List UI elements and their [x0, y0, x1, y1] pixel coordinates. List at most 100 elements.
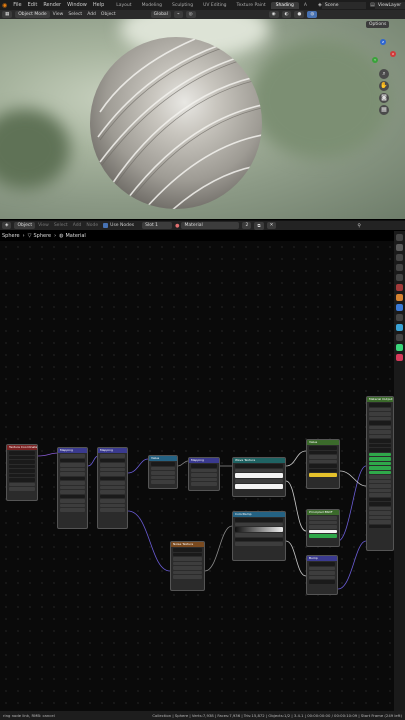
- menu-edit[interactable]: Edit: [25, 2, 41, 8]
- breadcrumb-material: Material: [65, 233, 86, 239]
- blender-logo-icon[interactable]: ◉: [2, 2, 7, 9]
- object-type-dropdown[interactable]: Object: [14, 222, 36, 229]
- scene-tab-icon[interactable]: [396, 274, 403, 281]
- node-header: Mapping: [58, 448, 87, 453]
- bg-foliage: [0, 109, 70, 189]
- zoom-icon[interactable]: ⌕: [379, 69, 389, 79]
- mesh-icon: ▽: [27, 233, 32, 239]
- node-principled-bsdf[interactable]: Principled BSDF: [306, 509, 340, 547]
- output-tab-icon[interactable]: [396, 254, 403, 261]
- node-header: Mapping: [98, 448, 127, 453]
- properties-side-tabs: [394, 231, 405, 711]
- node-color-mix[interactable]: Value: [306, 439, 340, 489]
- node-header: Texture Coordinate: [7, 445, 37, 450]
- node-menu-add[interactable]: Add: [73, 223, 82, 228]
- node-header: Value: [149, 456, 177, 461]
- viewport-header: ▦ Object Mode View Select Add Object Glo…: [0, 10, 405, 19]
- proportional-icon[interactable]: ◎: [185, 11, 196, 18]
- physics-tab-icon[interactable]: [396, 324, 403, 331]
- node-header: Value: [307, 440, 339, 445]
- menu-add[interactable]: Add: [87, 12, 96, 17]
- menu-select[interactable]: Select: [68, 12, 82, 17]
- tab-uv-editing[interactable]: UV Editing: [198, 2, 231, 9]
- view-layer-selector[interactable]: ViewLayer: [374, 1, 405, 9]
- status-stats: Collection | Sphere | Verts:7,938 | Face…: [152, 713, 402, 718]
- shading-solid-icon[interactable]: ●: [294, 11, 305, 18]
- constraint-tab-icon[interactable]: [396, 334, 403, 341]
- shading-material-icon[interactable]: ◍: [307, 11, 318, 18]
- mode-dropdown[interactable]: Object Mode: [15, 11, 50, 18]
- node-material-output[interactable]: Material Output: [366, 396, 394, 551]
- menu-help[interactable]: Help: [90, 2, 107, 8]
- node-mapping-1[interactable]: Mapping: [57, 447, 88, 529]
- node-noise-texture[interactable]: Noise Texture: [170, 541, 205, 591]
- overlay-icon[interactable]: ◐: [281, 11, 292, 18]
- tab-modeling[interactable]: Modeling: [137, 2, 167, 9]
- node-header: ColorRamp: [233, 512, 285, 517]
- scene-selector[interactable]: Scene: [321, 1, 367, 9]
- gizmo-y-icon[interactable]: Y: [372, 57, 378, 63]
- node-texture-coordinate[interactable]: Texture Coordinate: [6, 444, 38, 501]
- node-menu-view[interactable]: View: [38, 223, 49, 228]
- menu-object[interactable]: Object: [101, 12, 116, 17]
- close-icon[interactable]: ✕: [266, 222, 277, 229]
- slot-dropdown[interactable]: Slot 1: [142, 222, 173, 229]
- sphere-object[interactable]: [90, 37, 262, 209]
- tab-texture-paint[interactable]: Texture Paint: [232, 2, 271, 9]
- node-mapping-2[interactable]: Mapping: [97, 447, 128, 529]
- tool-tab-icon[interactable]: [396, 234, 403, 241]
- visibility-icon[interactable]: ◉: [268, 11, 279, 18]
- node-header: Wave Texture: [233, 458, 285, 463]
- object-tab-icon[interactable]: [396, 294, 403, 301]
- node-header: Mapping: [189, 458, 219, 463]
- pan-hand-icon[interactable]: ✋: [379, 81, 389, 91]
- grid-icon[interactable]: ▦: [379, 105, 389, 115]
- menu-view[interactable]: View: [53, 12, 64, 17]
- material-users-count[interactable]: 2: [242, 222, 252, 229]
- camera-icon[interactable]: ◙: [379, 93, 389, 103]
- node-bump[interactable]: Bump: [306, 555, 338, 595]
- render-tab-icon[interactable]: [396, 244, 403, 251]
- status-hint: ring node link, RMB: cancel: [3, 713, 55, 718]
- world-tab-icon[interactable]: [396, 284, 403, 291]
- use-nodes-label: Use Nodes: [110, 223, 135, 228]
- node-colorramp[interactable]: ColorRamp: [232, 511, 286, 561]
- material-selector[interactable]: Material: [181, 222, 240, 229]
- modifier-tab-icon[interactable]: [396, 304, 403, 311]
- navigation-gizmo[interactable]: Z X Y: [368, 39, 398, 69]
- 3d-viewport[interactable]: Z X Y ⌕ ✋ ◙ ▦ Options: [0, 19, 405, 219]
- node-header: Bump: [307, 556, 337, 561]
- gizmo-z-icon[interactable]: Z: [380, 39, 386, 45]
- node-wave-texture[interactable]: Wave Texture: [232, 457, 286, 497]
- menu-render[interactable]: Render: [40, 2, 64, 8]
- node-mapping-3[interactable]: Mapping: [188, 457, 220, 491]
- snap-icon[interactable]: ⌁: [173, 11, 183, 18]
- transform-orientation-dropdown[interactable]: Global: [150, 11, 171, 18]
- fake-user-icon[interactable]: ⧉: [254, 221, 264, 230]
- menu-file[interactable]: File: [10, 2, 24, 8]
- node-header: Principled BSDF: [307, 510, 339, 515]
- breadcrumb: Sphere › ▽ Sphere › ◍ Material: [0, 231, 400, 241]
- pin-icon[interactable]: ⚲: [357, 223, 361, 229]
- material-sphere-icon: ●: [175, 222, 180, 229]
- status-bar: ring node link, RMB: cancel Collection |…: [0, 711, 405, 720]
- material-tab-icon[interactable]: [396, 354, 403, 361]
- view-layer-tab-icon[interactable]: [396, 264, 403, 271]
- use-nodes-checkbox[interactable]: [103, 223, 109, 228]
- tab-shading[interactable]: Shading: [270, 1, 299, 9]
- node-header: Material Output: [367, 397, 393, 402]
- options-button[interactable]: Options: [366, 21, 390, 28]
- tab-more[interactable]: A: [299, 2, 312, 9]
- data-tab-icon[interactable]: [396, 344, 403, 351]
- node-menu-node[interactable]: Node: [86, 223, 98, 228]
- editor-type-button[interactable]: ▦: [2, 11, 13, 18]
- menu-window[interactable]: Window: [64, 2, 90, 8]
- gizmo-x-icon[interactable]: X: [390, 51, 396, 57]
- node-editor-type-button[interactable]: ◈: [2, 222, 12, 229]
- particles-tab-icon[interactable]: [396, 314, 403, 321]
- tab-sculpting[interactable]: Sculpting: [167, 2, 198, 9]
- node-menu-select[interactable]: Select: [54, 223, 68, 228]
- tab-layout[interactable]: Layout: [111, 2, 136, 9]
- node-value[interactable]: Value: [148, 455, 178, 489]
- node-editor-canvas[interactable]: Texture Coordinate Mapping Mapping Value…: [0, 241, 394, 711]
